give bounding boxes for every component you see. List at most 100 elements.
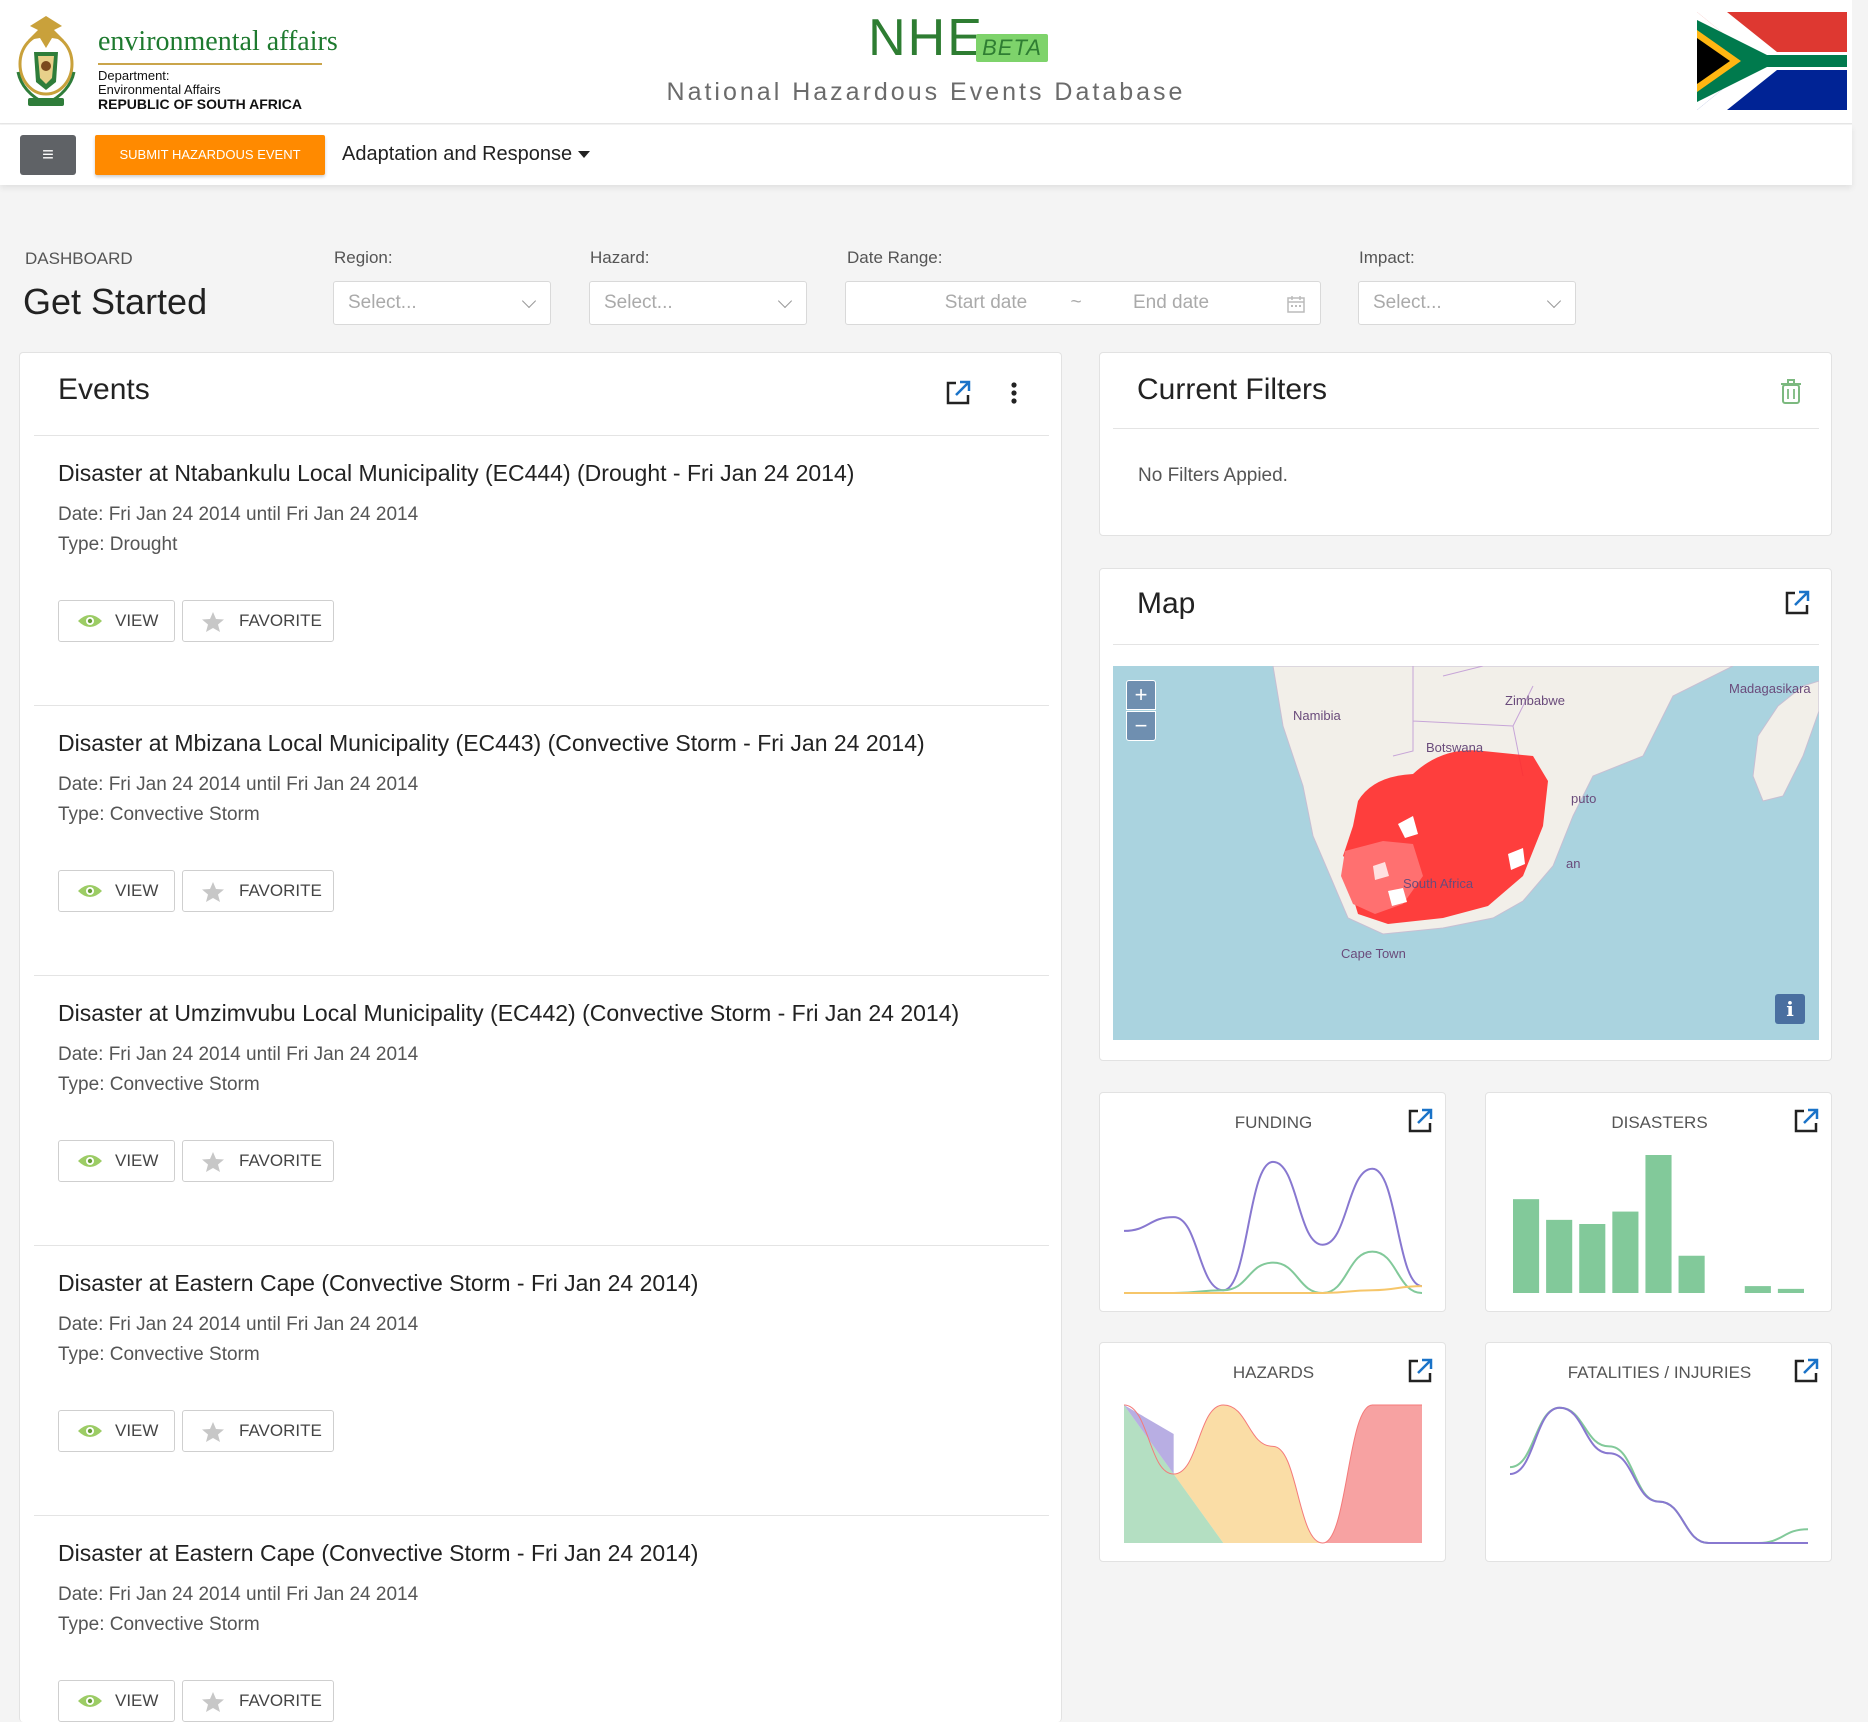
favorite-label: FAVORITE bbox=[239, 611, 322, 630]
view-label: VIEW bbox=[115, 1691, 159, 1710]
hazard-label: Hazard: bbox=[590, 248, 650, 267]
favorite-label: FAVORITE bbox=[239, 1151, 322, 1170]
eye-icon bbox=[78, 1155, 102, 1167]
start-date-input[interactable]: Start date bbox=[916, 292, 1056, 314]
beta-badge: BETA bbox=[976, 34, 1048, 62]
view-button[interactable]: VIEW bbox=[58, 600, 175, 642]
disasters-bar bbox=[1678, 1255, 1705, 1293]
funding-chart-card: FUNDING bbox=[1099, 1092, 1446, 1312]
event-title[interactable]: Disaster at Mbizana Local Municipality (… bbox=[58, 730, 925, 757]
map-panel: Map Namibia Botswana Zimbabwe Madagasika… bbox=[1099, 568, 1832, 1061]
favorite-button[interactable]: FAVORITE bbox=[182, 1410, 334, 1452]
star-icon bbox=[202, 1152, 224, 1172]
date-range-picker[interactable]: Start date ~ End date bbox=[845, 281, 1321, 325]
map-label-maputo: puto bbox=[1571, 791, 1597, 806]
region-placeholder: Select... bbox=[348, 292, 417, 313]
open-external-icon[interactable] bbox=[1406, 1357, 1434, 1385]
trash-icon[interactable] bbox=[1780, 379, 1802, 405]
zoom-out-button[interactable]: − bbox=[1126, 711, 1156, 741]
event-title[interactable]: Disaster at Eastern Cape (Convective Sto… bbox=[58, 1270, 698, 1297]
hazards-chart bbox=[1123, 1404, 1422, 1544]
open-external-icon[interactable] bbox=[1792, 1107, 1820, 1135]
event-title[interactable]: Disaster at Ntabankulu Local Municipalit… bbox=[58, 460, 854, 487]
hazard-placeholder: Select... bbox=[604, 292, 673, 313]
map-label-madagascar: Madagasikara bbox=[1729, 681, 1811, 696]
event-list-item: Disaster at Mbizana Local Municipality (… bbox=[34, 705, 1049, 975]
view-label: VIEW bbox=[115, 1151, 159, 1170]
open-external-icon[interactable] bbox=[944, 379, 972, 407]
funding-series-line bbox=[1124, 1285, 1423, 1294]
menu-toggle-button[interactable]: ≡ bbox=[20, 135, 76, 175]
favorite-label: FAVORITE bbox=[239, 1691, 322, 1710]
view-button[interactable]: VIEW bbox=[58, 1410, 175, 1452]
event-title[interactable]: Disaster at Eastern Cape (Convective Sto… bbox=[58, 1540, 698, 1567]
breadcrumb: DASHBOARD bbox=[25, 249, 133, 268]
submit-hazardous-event-button[interactable]: SUBMIT HAZARDOUS EVENT bbox=[95, 135, 325, 175]
hazard-select[interactable]: Select... bbox=[589, 281, 807, 325]
calendar-icon[interactable] bbox=[1286, 294, 1306, 314]
funding-series-line bbox=[1123, 1160, 1423, 1292]
region-label: Region: bbox=[334, 248, 393, 267]
event-type: Type: Convective Storm bbox=[58, 804, 260, 825]
favorite-button[interactable]: FAVORITE bbox=[182, 1680, 334, 1722]
disasters-bar bbox=[1777, 1288, 1804, 1293]
map-view[interactable]: Namibia Botswana Zimbabwe Madagasikara p… bbox=[1113, 666, 1819, 1040]
card-divider bbox=[1113, 644, 1819, 645]
favorite-button[interactable]: FAVORITE bbox=[182, 600, 334, 642]
date-separator: ~ bbox=[1070, 292, 1082, 313]
zoom-in-button[interactable]: + bbox=[1126, 680, 1156, 710]
event-list-item: Disaster at Ntabankulu Local Municipalit… bbox=[34, 435, 1049, 705]
event-title[interactable]: Disaster at Umzimvubu Local Municipality… bbox=[58, 1000, 959, 1027]
africa-map bbox=[1272, 666, 1819, 935]
event-date: Date: Fri Jan 24 2014 until Fri Jan 24 2… bbox=[58, 774, 419, 795]
card-divider bbox=[1113, 428, 1819, 429]
eye-icon bbox=[78, 615, 102, 627]
page-header: environmental affairs Department: Enviro… bbox=[0, 0, 1852, 124]
nav-bar: ≡ SUBMIT HAZARDOUS EVENT Adaptation and … bbox=[0, 125, 1852, 185]
view-label: VIEW bbox=[115, 881, 159, 900]
events-panel: Events Disaster at Ntabankulu Local Muni… bbox=[19, 352, 1062, 1722]
open-external-icon[interactable] bbox=[1406, 1107, 1434, 1135]
chevron-down-icon bbox=[1546, 293, 1562, 309]
view-label: VIEW bbox=[115, 611, 159, 630]
region-select[interactable]: Select... bbox=[333, 281, 551, 325]
star-icon bbox=[202, 1692, 224, 1712]
map-label-south-africa: South Africa bbox=[1403, 876, 1474, 891]
open-external-icon[interactable] bbox=[1783, 589, 1811, 617]
event-type: Type: Drought bbox=[58, 534, 178, 555]
event-type: Type: Convective Storm bbox=[58, 1614, 260, 1635]
fatalities-chart bbox=[1509, 1406, 1809, 1544]
view-button[interactable]: VIEW bbox=[58, 1140, 175, 1182]
disasters-chart-title: DISASTERS bbox=[1611, 1113, 1708, 1132]
chevron-down-icon bbox=[521, 293, 537, 309]
page-title: Get Started bbox=[23, 281, 208, 322]
brand-title: NHE bbox=[868, 9, 984, 67]
favorite-button[interactable]: FAVORITE bbox=[182, 870, 334, 912]
star-icon bbox=[202, 882, 224, 902]
eye-icon bbox=[78, 1425, 102, 1437]
date-range-label: Date Range: bbox=[847, 248, 943, 267]
open-external-icon[interactable] bbox=[1792, 1357, 1820, 1385]
favorite-button[interactable]: FAVORITE bbox=[182, 1140, 334, 1182]
map-label-cape-town: Cape Town bbox=[1341, 946, 1406, 961]
view-button[interactable]: VIEW bbox=[58, 870, 175, 912]
no-filters-text: No Filters Appied. bbox=[1138, 465, 1288, 486]
hazards-chart-card: HAZARDS bbox=[1099, 1342, 1446, 1562]
eye-icon bbox=[78, 1695, 102, 1707]
end-date-input[interactable]: End date bbox=[1096, 292, 1246, 314]
event-list-item: Disaster at Umzimvubu Local Municipality… bbox=[34, 975, 1049, 1245]
map-info-button[interactable]: i bbox=[1775, 994, 1805, 1024]
disasters-bar bbox=[1579, 1224, 1606, 1293]
disasters-bar bbox=[1612, 1211, 1639, 1293]
event-list-item: Disaster at Eastern Cape (Convective Sto… bbox=[34, 1515, 1049, 1722]
event-date: Date: Fri Jan 24 2014 until Fri Jan 24 2… bbox=[58, 1314, 419, 1335]
funding-chart bbox=[1123, 1160, 1423, 1295]
map-title: Map bbox=[1137, 587, 1196, 620]
disasters-chart bbox=[1513, 1155, 1804, 1293]
caret-down-icon bbox=[578, 151, 591, 159]
adaptation-response-dropdown[interactable]: Adaptation and Response bbox=[342, 143, 591, 166]
impact-select[interactable]: Select... bbox=[1358, 281, 1576, 325]
event-type: Type: Convective Storm bbox=[58, 1344, 260, 1365]
view-button[interactable]: VIEW bbox=[58, 1680, 175, 1722]
more-options-icon[interactable] bbox=[1009, 381, 1019, 405]
